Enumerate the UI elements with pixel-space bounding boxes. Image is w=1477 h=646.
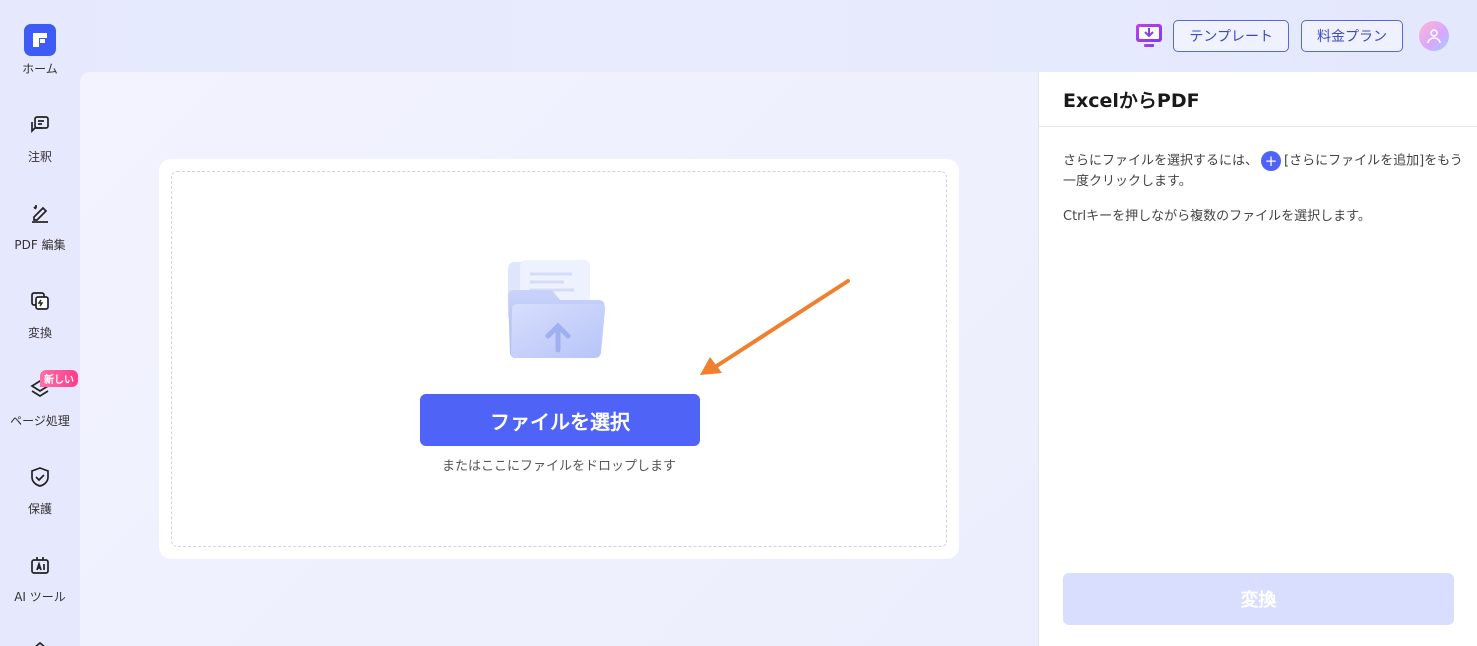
- sidebar-item-home[interactable]: ホーム: [0, 24, 80, 77]
- sidebar-item-label: AI ツール: [14, 590, 66, 604]
- sidebar-item-page-process[interactable]: 新しい ページ処理: [0, 370, 80, 429]
- sidebar-item-label: 保護: [27, 502, 52, 516]
- ctrl-instruction: Ctrlキーを押しながら複数のファイルを選択します。: [1063, 209, 1371, 224]
- sidebar-item-more[interactable]: [0, 638, 80, 646]
- partial-icon: [27, 638, 53, 646]
- select-file-button[interactable]: ファイルを選択: [420, 394, 700, 446]
- drop-hint-text: またはここにファイルをドロップします: [441, 459, 676, 474]
- edit-pen-icon: [27, 200, 53, 226]
- avatar[interactable]: [1419, 21, 1449, 51]
- folder-upload-icon: [508, 260, 606, 358]
- sidebar-item-label: ホーム: [22, 62, 58, 76]
- user-icon: [1427, 29, 1441, 44]
- sidebar-item-annotate[interactable]: 注釈: [0, 112, 80, 165]
- add-file-plus-icon: +: [1261, 151, 1282, 171]
- template-button[interactable]: テンプレート: [1173, 20, 1289, 52]
- orange-arrow-annotation: [700, 279, 850, 375]
- panel-title: ExcelからPDF: [1039, 72, 1477, 127]
- sidebar-item-label: ページ処理: [10, 414, 70, 428]
- home-logo-icon: [24, 24, 56, 56]
- sidebar-item-ai-tools[interactable]: AI ツール: [0, 552, 80, 605]
- main-workspace: ファイルを選択 またはここにファイルをドロップします: [80, 72, 1038, 646]
- download-app-button[interactable]: [1133, 21, 1165, 51]
- sidebar-item-convert[interactable]: 変換: [0, 288, 80, 341]
- sidebar-item-label: PDF 編集: [14, 238, 66, 252]
- comment-icon: [27, 112, 53, 138]
- sidebar-item-protect[interactable]: 保護: [0, 464, 80, 517]
- download-icon: [1136, 24, 1163, 47]
- sidebar: ホーム 注釈 PDF 編集 変換 新しい ページ処理 保護 AI ツール: [0, 0, 80, 646]
- convert-button[interactable]: 変換: [1063, 573, 1454, 625]
- topbar-actions: テンプレート 料金プラン: [1133, 20, 1449, 52]
- add-files-instruction: さらにファイルを選択するには、 + [さらにファイルを追加]をもう一度クリックします…: [1063, 151, 1463, 192]
- sidebar-item-label: 変換: [27, 326, 52, 340]
- settings-panel: ExcelからPDF さらにファイルを選択するには、 + [さらにファイルを追加]を…: [1038, 72, 1477, 646]
- ai-tool-icon: [27, 552, 53, 578]
- convert-icon: [27, 288, 53, 314]
- shield-icon: [27, 464, 53, 490]
- instruction-text-part1: さらにファイルを選択するには、: [1063, 153, 1259, 169]
- pricing-button[interactable]: 料金プラン: [1301, 20, 1403, 52]
- sidebar-item-label: 注釈: [27, 150, 52, 164]
- new-badge: 新しい: [40, 370, 78, 387]
- sidebar-item-pdf-edit[interactable]: PDF 編集: [0, 200, 80, 253]
